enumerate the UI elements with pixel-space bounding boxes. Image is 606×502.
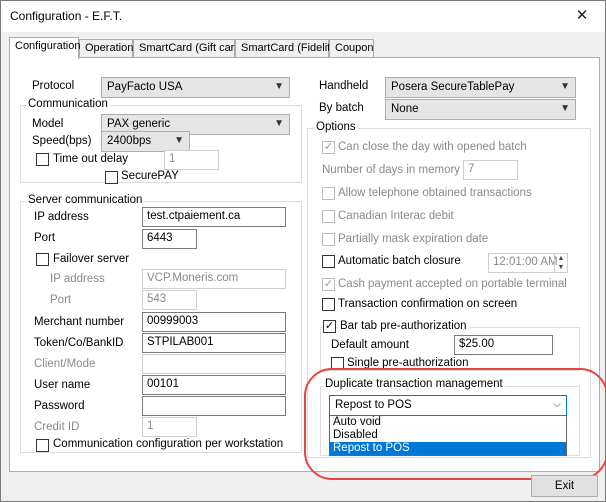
configuration-panel: Protocol PayFacto USA ▼ Communication Mod…: [9, 57, 606, 480]
tx-confirmation-checkbox[interactable]: [322, 298, 335, 311]
chevron-down-icon: ▼: [560, 103, 570, 114]
tx-confirmation-label: Transaction confirmation on screen: [338, 298, 518, 310]
tab-configuration[interactable]: Configuration: [9, 37, 80, 59]
securepay-checkbox[interactable]: [105, 171, 118, 184]
per-workstation-label: Communication configuration per workstat…: [53, 438, 284, 450]
timeout-label: Time out delay: [53, 153, 128, 165]
days-memory-input[interactable]: 7: [463, 160, 518, 180]
client-mode-input[interactable]: [142, 354, 286, 374]
close-day-checkbox[interactable]: ✓: [322, 141, 335, 154]
speed-select[interactable]: 2400bps ▼: [101, 131, 190, 152]
spin-arrows-icon[interactable]: ▲ ▼: [554, 254, 567, 272]
auto-batch-time-input[interactable]: 12:01:00 AM ▲ ▼: [488, 253, 568, 273]
failover-ip-label: IP address: [50, 273, 105, 285]
default-amount-label: Default amount: [331, 339, 409, 351]
phone-transactions-checkbox[interactable]: [322, 187, 335, 200]
cash-payment-checkbox[interactable]: ✓: [322, 278, 335, 291]
bar-tab-label: Bar tab pre-authorization: [338, 320, 469, 332]
tab-smartcard-gift[interactable]: SmartCard (Gift card): [133, 39, 244, 58]
tab-smartcard-fidelity[interactable]: SmartCard (Fidelity): [235, 39, 339, 58]
auto-batch-checkbox[interactable]: [322, 255, 335, 268]
password-label: Password: [34, 400, 85, 412]
chevron-down-icon: ▼: [274, 81, 284, 92]
mask-expiration-label: Partially mask expiration date: [338, 233, 489, 245]
window-title: Configuration - E.F.T.: [10, 9, 123, 23]
ip-address-input[interactable]: test.ctpaiement.ca: [142, 207, 286, 227]
communication-title: Communication: [26, 98, 110, 110]
auto-batch-time-value: 12:01:00 AM: [493, 256, 558, 268]
credit-id-input[interactable]: 1: [142, 417, 197, 437]
tab-coupon[interactable]: Coupon: [329, 39, 374, 58]
close-day-label: Can close the day with opened batch: [338, 141, 527, 153]
password-input[interactable]: [142, 396, 286, 416]
credit-id-label: Credit ID: [34, 421, 80, 433]
timeout-input[interactable]: 1: [164, 150, 219, 170]
chevron-down-icon: ▼: [174, 135, 184, 146]
chevron-down-icon: ▼: [560, 81, 570, 92]
default-amount-input[interactable]: $25.00: [454, 335, 553, 355]
per-workstation-checkbox[interactable]: [36, 439, 49, 452]
model-label: Model: [32, 118, 64, 130]
by-batch-select[interactable]: None ▼: [385, 99, 576, 120]
merchant-number-label: Merchant number: [34, 316, 125, 328]
options-title: Options: [314, 121, 358, 133]
protocol-label: Protocol: [32, 80, 75, 92]
failover-port-label: Port: [50, 294, 72, 306]
server-communication-title: Server communication: [26, 194, 145, 206]
days-memory-label: Number of days in memory: [322, 164, 461, 176]
bar-tab-checkbox[interactable]: ✓: [323, 320, 336, 333]
interac-checkbox[interactable]: [322, 210, 335, 223]
model-value: PAX generic: [107, 118, 171, 130]
port-label: Port: [34, 232, 56, 244]
handheld-value: Posera SecureTablePay: [391, 81, 515, 93]
timeout-checkbox[interactable]: [36, 153, 49, 166]
title-bar: Configuration - E.F.T. ✕: [1, 1, 605, 32]
user-name-input[interactable]: 00101: [142, 375, 286, 395]
client-mode-label: Client/Mode: [34, 358, 96, 370]
token-label: Token/Co/BankID: [34, 337, 124, 349]
interac-label: Canadian Interac debit: [338, 210, 454, 222]
ip-address-label: IP address: [34, 211, 89, 223]
tab-operation[interactable]: Operation: [79, 39, 133, 58]
securepay-label: SecurePAY: [121, 170, 179, 182]
speed-value: 2400bps: [107, 135, 152, 147]
by-batch-label: By batch: [319, 102, 364, 114]
speed-label: Speed(bps): [32, 135, 92, 147]
config-window: Configuration - E.F.T. ✕ Configuration O…: [0, 0, 606, 502]
chevron-down-icon: ▼: [274, 118, 284, 129]
failover-port-input[interactable]: 543: [142, 290, 197, 310]
port-input[interactable]: 6443: [142, 229, 197, 249]
failover-label: Failover server: [53, 253, 130, 265]
protocol-value: PayFacto USA: [107, 81, 183, 93]
annotation-oval: [304, 368, 606, 480]
close-icon[interactable]: ✕: [571, 5, 593, 27]
by-batch-value: None: [391, 103, 419, 115]
cash-payment-label: Cash payment accepted on portable termin…: [338, 278, 567, 290]
failover-ip-input[interactable]: VCP.Moneris.com: [142, 269, 286, 289]
exit-button[interactable]: Exit: [531, 475, 598, 497]
handheld-label: Handheld: [319, 80, 369, 92]
failover-checkbox[interactable]: [36, 253, 49, 266]
handheld-select[interactable]: Posera SecureTablePay ▼: [385, 77, 576, 98]
user-name-label: User name: [34, 379, 91, 391]
protocol-select[interactable]: PayFacto USA ▼: [101, 77, 290, 98]
token-input[interactable]: STPILAB001: [142, 333, 286, 353]
merchant-number-input[interactable]: 00999003: [142, 312, 286, 332]
auto-batch-label: Automatic batch closure: [338, 255, 461, 267]
mask-expiration-checkbox[interactable]: [322, 233, 335, 246]
phone-transactions-label: Allow telephone obtained transactions: [338, 187, 532, 199]
